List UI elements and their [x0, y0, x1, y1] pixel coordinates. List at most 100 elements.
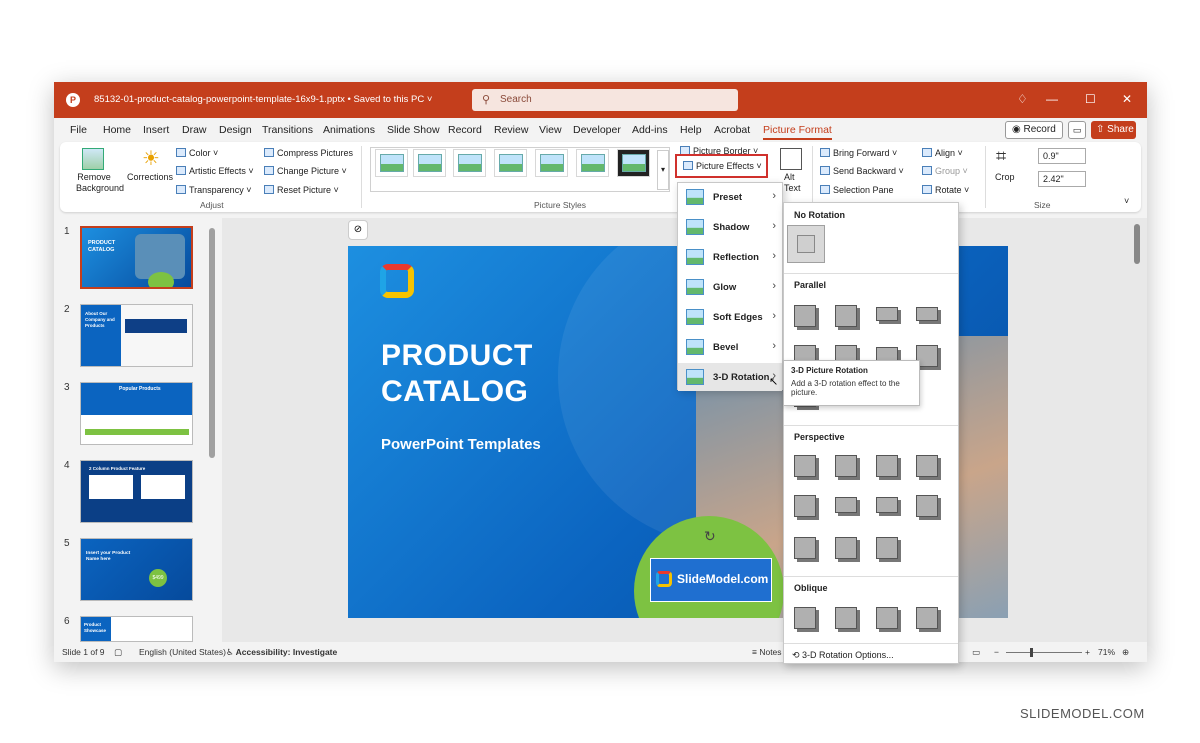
- color-button[interactable]: Color ˅: [176, 148, 218, 158]
- lightbulb-icon[interactable]: ♢: [1017, 92, 1028, 106]
- picture-style-2[interactable]: [413, 149, 446, 177]
- zoom-slider[interactable]: [1006, 652, 1082, 653]
- no-rotation-selected[interactable]: [787, 225, 825, 263]
- menu-item-preset[interactable]: Preset ›: [678, 183, 782, 211]
- tab-animations[interactable]: Animations: [323, 124, 375, 136]
- presenter-view-icon[interactable]: ▭: [972, 647, 980, 658]
- zoom-slider-thumb[interactable]: [1030, 648, 1033, 657]
- send-backward-button[interactable]: Send Backward ˅: [820, 166, 904, 176]
- tab-slide-show[interactable]: Slide Show: [387, 124, 440, 136]
- picture-style-6[interactable]: [576, 149, 609, 177]
- collapse-ribbon-chevron-icon[interactable]: ˅: [1124, 196, 1129, 206]
- notes-button[interactable]: ≡ Notes: [752, 647, 782, 657]
- tab-add-ins[interactable]: Add-ins: [632, 124, 668, 136]
- oblique-option[interactable]: [916, 607, 938, 629]
- menu-item-3d-rotation[interactable]: 3-D Rotation ›: [678, 363, 782, 391]
- remove-background-button[interactable]: Remove Background: [76, 172, 124, 194]
- canvas-scrollbar[interactable]: [1134, 224, 1140, 264]
- width-input[interactable]: 2.42": [1038, 171, 1086, 187]
- fit-to-window-icon[interactable]: ⊕: [1122, 647, 1129, 658]
- selection-pane-button[interactable]: Selection Pane: [820, 185, 894, 195]
- tab-view[interactable]: View: [539, 124, 562, 136]
- tab-picture-format[interactable]: Picture Format: [763, 124, 832, 140]
- parallel-option[interactable]: [876, 347, 898, 361]
- bring-forward-button[interactable]: Bring Forward ˅: [820, 148, 897, 158]
- parallel-option[interactable]: [794, 305, 816, 327]
- oblique-option[interactable]: [876, 607, 898, 629]
- perspective-option[interactable]: [916, 495, 938, 517]
- perspective-option[interactable]: [794, 537, 816, 559]
- perspective-option[interactable]: [794, 455, 816, 477]
- slide-thumbnail-2[interactable]: About Our Company and Products: [80, 304, 193, 367]
- zoom-out-button[interactable]: −: [994, 647, 999, 657]
- minimize-button[interactable]: —: [1046, 92, 1058, 106]
- picture-style-7[interactable]: [617, 149, 650, 177]
- tab-home[interactable]: Home: [103, 124, 131, 136]
- height-input[interactable]: 0.9": [1038, 148, 1086, 164]
- slide-title[interactable]: PRODUCT CATALOG: [381, 338, 533, 410]
- tab-review[interactable]: Review: [494, 124, 528, 136]
- tab-draw[interactable]: Draw: [182, 124, 207, 136]
- slidemodel-logo-image[interactable]: SlideModel.com: [650, 558, 772, 602]
- alt-text-button[interactable]: Alt Text: [784, 172, 801, 194]
- change-picture-button[interactable]: Change Picture ˅: [264, 166, 347, 176]
- perspective-option[interactable]: [835, 497, 857, 513]
- menu-item-shadow[interactable]: Shadow ›: [678, 213, 782, 241]
- parallel-option[interactable]: [876, 307, 898, 321]
- maximize-button[interactable]: ☐: [1085, 92, 1096, 106]
- accessibility-status[interactable]: ♿ Accessibility: Investigate: [226, 647, 337, 658]
- compress-pictures-button[interactable]: Compress Pictures: [264, 148, 353, 158]
- perspective-option[interactable]: [876, 455, 898, 477]
- artistic-effects-button[interactable]: Artistic Effects ˅: [176, 166, 254, 176]
- search-box[interactable]: ⚲ Search: [472, 89, 738, 111]
- perspective-option[interactable]: [876, 537, 898, 559]
- group-button[interactable]: Group ˅: [922, 166, 968, 176]
- slide-thumbnail-5[interactable]: Insert your Product Name here $499: [80, 538, 193, 601]
- designer-icon[interactable]: ⊘: [348, 220, 368, 240]
- picture-effects-button[interactable]: Picture Effects ˅: [675, 154, 768, 178]
- 3d-rotation-options-button[interactable]: ⟲ 3-D Rotation Options...: [792, 650, 894, 661]
- tab-acrobat[interactable]: Acrobat: [714, 124, 750, 136]
- corrections-button[interactable]: Corrections: [127, 172, 173, 182]
- thumbnail-scrollbar[interactable]: [209, 228, 215, 458]
- slide-subtitle[interactable]: PowerPoint Templates: [381, 436, 541, 453]
- record-button[interactable]: ◉ Record: [1005, 121, 1063, 139]
- perspective-option[interactable]: [916, 455, 938, 477]
- reset-picture-button[interactable]: Reset Picture ˅: [264, 185, 339, 195]
- rotate-handle-icon[interactable]: ↻: [704, 528, 716, 545]
- menu-item-glow[interactable]: Glow ›: [678, 273, 782, 301]
- zoom-level[interactable]: 71%: [1098, 647, 1115, 657]
- perspective-option[interactable]: [835, 455, 857, 477]
- tab-insert[interactable]: Insert: [143, 124, 169, 136]
- menu-item-reflection[interactable]: Reflection ›: [678, 243, 782, 271]
- share-button[interactable]: ⇧ Share ˅: [1091, 121, 1136, 153]
- perspective-option[interactable]: [835, 537, 857, 559]
- zoom-in-button[interactable]: +: [1085, 647, 1090, 657]
- align-button[interactable]: Align ˅: [922, 148, 963, 158]
- slide-thumbnail-6[interactable]: Product Showcase: [80, 616, 193, 642]
- picture-style-3[interactable]: [453, 149, 486, 177]
- perspective-option[interactable]: [794, 495, 816, 517]
- comments-button[interactable]: ▭: [1068, 121, 1086, 139]
- slide-thumbnail-4[interactable]: 2 Column Product Feature: [80, 460, 193, 523]
- crop-button[interactable]: Crop: [995, 172, 1015, 182]
- language-status[interactable]: English (United States): [139, 647, 226, 657]
- gallery-more-button[interactable]: ▾: [657, 150, 669, 190]
- tab-design[interactable]: Design: [219, 124, 252, 136]
- parallel-option[interactable]: [916, 307, 938, 321]
- spelling-icon[interactable]: ▢: [114, 647, 122, 658]
- picture-style-4[interactable]: [494, 149, 527, 177]
- tab-record[interactable]: Record: [448, 124, 482, 136]
- slide-thumbnail-1[interactable]: PRODUCT CATALOG: [80, 226, 193, 289]
- parallel-option[interactable]: [835, 305, 857, 327]
- menu-item-soft-edges[interactable]: Soft Edges ›: [678, 303, 782, 331]
- oblique-option[interactable]: [794, 607, 816, 629]
- picture-style-5[interactable]: [535, 149, 568, 177]
- document-title[interactable]: 85132-01-product-catalog-powerpoint-temp…: [94, 94, 432, 105]
- tab-developer[interactable]: Developer: [573, 124, 621, 136]
- transparency-button[interactable]: Transparency ˅: [176, 185, 251, 195]
- perspective-option[interactable]: [876, 497, 898, 513]
- close-button[interactable]: ✕: [1122, 92, 1132, 106]
- tab-file[interactable]: File: [70, 124, 87, 136]
- tab-transitions[interactable]: Transitions: [262, 124, 313, 136]
